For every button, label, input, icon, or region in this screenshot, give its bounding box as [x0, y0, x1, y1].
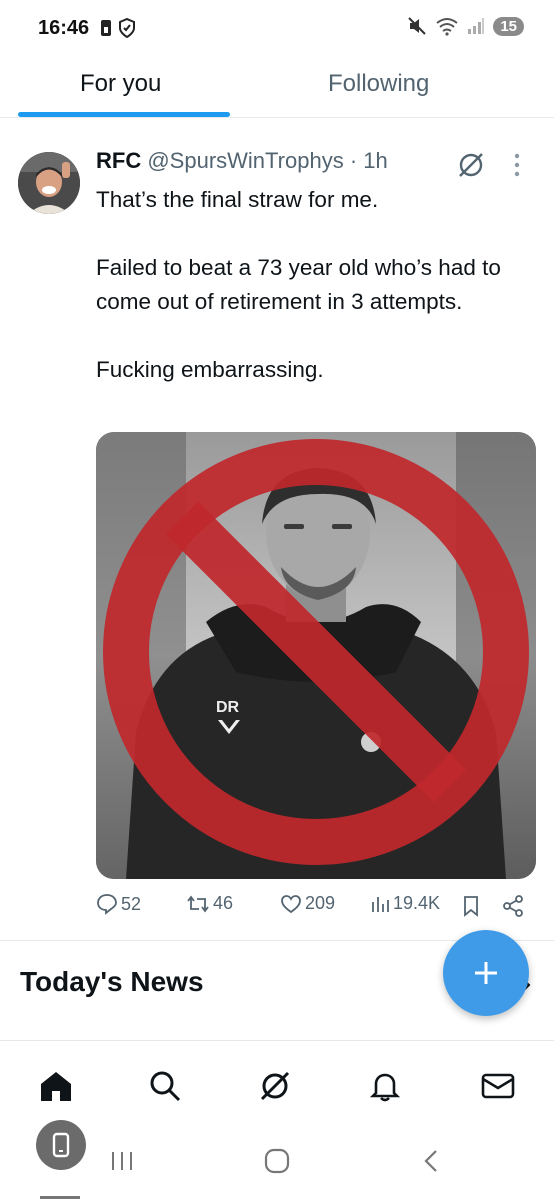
system-navigation	[0, 1110, 554, 1200]
views-icon	[372, 896, 389, 912]
phone-icon	[52, 1132, 70, 1158]
active-tab-indicator	[18, 112, 230, 117]
grok-icon[interactable]	[456, 150, 486, 180]
display-name[interactable]: RFC	[96, 148, 141, 173]
tweet-actions: 52 46 209 19.4K	[96, 893, 536, 923]
like-count: 209	[305, 893, 336, 913]
sim-card-icon	[101, 20, 111, 36]
tab-for-you[interactable]: For you	[80, 70, 161, 98]
repost-icon	[187, 895, 209, 912]
status-time: 16:46	[38, 17, 90, 39]
user-handle[interactable]: @SpursWinTrophys	[147, 148, 343, 173]
section-title[interactable]: Today's News	[20, 966, 204, 998]
tab-following[interactable]: Following	[328, 70, 429, 98]
grok-nav-icon[interactable]	[258, 1069, 292, 1103]
battery-badge: 15	[493, 16, 524, 36]
status-bar: 16:46 15	[0, 0, 554, 60]
repost-button[interactable]: 46	[186, 893, 233, 914]
reply-count: 52	[121, 893, 142, 914]
share-icon[interactable]	[502, 895, 524, 917]
compose-button[interactable]	[443, 930, 529, 1016]
tweet-paragraph: That’s the final straw for me.	[96, 187, 379, 212]
signal-icon	[468, 18, 485, 34]
recent-apps-icon[interactable]	[110, 1150, 134, 1172]
reply-icon	[97, 894, 117, 915]
heart-icon	[281, 894, 301, 913]
back-icon[interactable]	[422, 1148, 440, 1174]
reply-button[interactable]: 52	[96, 893, 141, 915]
avatar[interactable]	[18, 152, 80, 214]
shield-icon	[119, 18, 135, 38]
gesture-pill	[40, 1196, 80, 1199]
tweet-header: RFC @SpursWinTrophys · 1h	[96, 148, 388, 174]
timeline-tabs: For you Following	[0, 60, 554, 118]
views-button[interactable]: 19.4K	[370, 893, 440, 914]
bottom-navigation	[0, 1040, 554, 1120]
search-icon[interactable]	[148, 1069, 182, 1103]
view-count: 19.4K	[393, 893, 441, 913]
like-button[interactable]: 209	[280, 893, 335, 914]
home-system-icon[interactable]	[264, 1148, 290, 1174]
home-icon[interactable]	[38, 1069, 74, 1103]
jacket-logo-text: DR	[216, 699, 240, 716]
tweet-paragraph: Failed to beat a 73 year old who’s had t…	[96, 255, 501, 314]
bookmark-icon[interactable]	[462, 895, 480, 917]
more-options-icon[interactable]	[512, 152, 522, 178]
tweet-time: 1h	[363, 148, 388, 173]
messages-icon[interactable]	[480, 1069, 516, 1103]
tweet-paragraph: Fucking embarrassing.	[96, 357, 324, 382]
tweet-image[interactable]: DR	[96, 432, 536, 879]
repost-count: 46	[213, 893, 234, 913]
notifications-icon[interactable]	[368, 1069, 402, 1103]
mute-icon	[408, 17, 427, 35]
plus-icon	[475, 962, 497, 984]
floating-app-button[interactable]	[36, 1120, 86, 1170]
tweet-text: That’s the final straw for me. Failed to…	[96, 183, 526, 387]
time-separator: ·	[349, 148, 358, 173]
wifi-icon	[436, 18, 458, 36]
